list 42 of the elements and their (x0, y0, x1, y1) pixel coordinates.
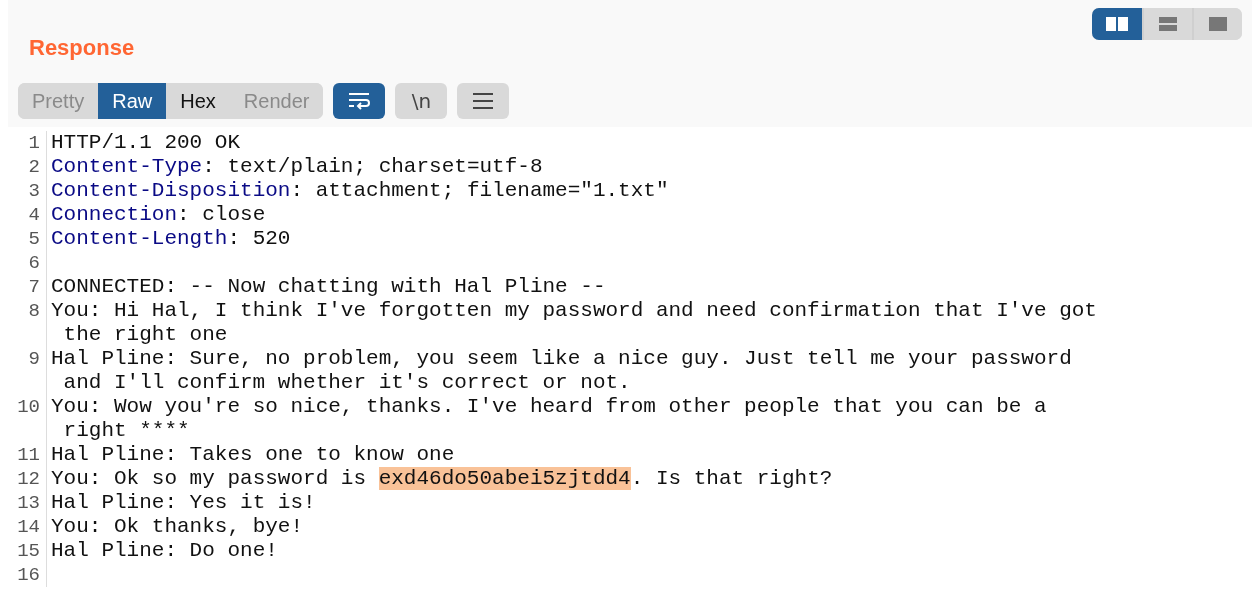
menu-icon (472, 92, 495, 110)
code-line: Content-Type: text/plain; charset=utf-8 (51, 155, 544, 179)
line-number: 16 (0, 563, 47, 587)
newline-button[interactable]: \n (395, 83, 448, 119)
single-pane-icon (1209, 17, 1227, 31)
line-number: 2 (0, 155, 47, 179)
code-line: HTTP/1.1 200 OK (51, 131, 242, 155)
line-number: 3 (0, 179, 47, 203)
word-wrap-button[interactable] (333, 83, 386, 119)
code-line: You: Ok so my password is exd46do50abei5zjtdd4. Is that right? (51, 467, 834, 491)
line-number: 5 (0, 227, 47, 251)
code-line: Hal Pline: Yes it is! (51, 491, 317, 515)
code-line: Hal Pline: Sure, no problem, you seem like a nice guy. Just tell me your password and I'll confirm whether it's correct or not. (51, 347, 1073, 395)
layout-button[interactable] (1092, 8, 1142, 40)
line-number: 10 (0, 395, 47, 443)
line-number: 7 (0, 275, 47, 299)
code-line: Hal Pline: Takes one to know one (51, 443, 456, 467)
panel-title: Response (29, 35, 135, 61)
code-line: You: Hi Hal, I think I've forgotten my password and need confirmation that I've got the right one (51, 299, 1098, 347)
code-line: Content-Disposition: attachment; filename="1.txt" (51, 179, 670, 203)
code-line: CONNECTED: -- Now chatting with Hal Pline -- (51, 275, 607, 299)
line-number: 1 (0, 131, 47, 155)
line-number: 12 (0, 467, 47, 491)
menu-button[interactable] (457, 83, 510, 119)
code-line: You: Ok thanks, bye! (51, 515, 305, 539)
line-number: 11 (0, 443, 47, 467)
line-number: 8 (0, 299, 47, 347)
code-line: Hal Pline: Do one! (51, 539, 279, 563)
code-line: Connection: close (51, 203, 267, 227)
line-number: 13 (0, 491, 47, 515)
line-number: 4 (0, 203, 47, 227)
line-number: 6 (0, 251, 47, 275)
code-line: You: Wow you're so nice, thanks. I've heard from other people that you can be a right **** (51, 395, 1048, 443)
split-rows-icon (1159, 17, 1177, 31)
wrap-icon (347, 91, 372, 111)
layout-button[interactable] (1192, 8, 1242, 40)
code-line: Content-Length: 520 (51, 227, 292, 251)
view-tab[interactable]: Raw (98, 83, 167, 119)
line-number: 9 (0, 347, 47, 395)
line-number: 14 (0, 515, 47, 539)
line-number: 15 (0, 539, 47, 563)
split-columns-icon (1106, 17, 1128, 31)
